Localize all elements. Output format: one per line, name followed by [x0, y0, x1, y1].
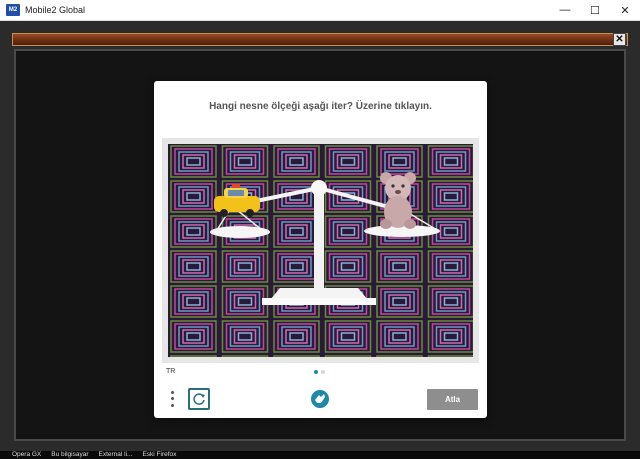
app-icon: M2 [6, 4, 20, 16]
dot-icon [170, 397, 174, 401]
window-titlebar: M2 Mobile2 Global — ☐ ✕ [0, 0, 640, 21]
more-options-button[interactable] [167, 389, 177, 409]
desktop-taskbar: Opera GX Bu bilgisayar External li... Es… [0, 451, 640, 459]
challenge-image[interactable] [162, 138, 479, 363]
captcha-logo-icon[interactable] [310, 389, 330, 409]
close-button[interactable]: ✕ [610, 0, 640, 20]
maximize-button[interactable]: ☐ [580, 0, 610, 20]
dot-icon [170, 404, 174, 408]
captcha-prompt: Hangi nesne ölçeği aşağı iter? Üzerine t… [209, 101, 432, 112]
skip-button[interactable]: Atla [427, 389, 478, 410]
taskbar-item[interactable]: External li... [98, 451, 132, 459]
page-dot [321, 370, 325, 374]
page-dot-active [314, 370, 318, 374]
game-close-button[interactable]: ✕ [613, 33, 626, 46]
language-selector[interactable]: TR [166, 368, 175, 375]
dot-icon [170, 390, 174, 394]
window-controls: — ☐ ✕ [550, 0, 640, 20]
refresh-button[interactable] [188, 388, 210, 410]
page-indicator [314, 370, 325, 374]
challenge-canvas [168, 144, 473, 357]
game-title-bar [12, 33, 628, 46]
taskbar-item[interactable]: Opera GX [12, 451, 41, 459]
taskbar-item[interactable]: Eski Firefox [142, 451, 176, 459]
minimize-button[interactable]: — [550, 0, 580, 20]
window-title: Mobile2 Global [25, 5, 86, 15]
refresh-icon [193, 393, 205, 405]
captcha-dialog: Hangi nesne ölçeği aşağı iter? Üzerine t… [154, 81, 487, 418]
taskbar-item[interactable]: Bu bilgisayar [51, 451, 88, 459]
